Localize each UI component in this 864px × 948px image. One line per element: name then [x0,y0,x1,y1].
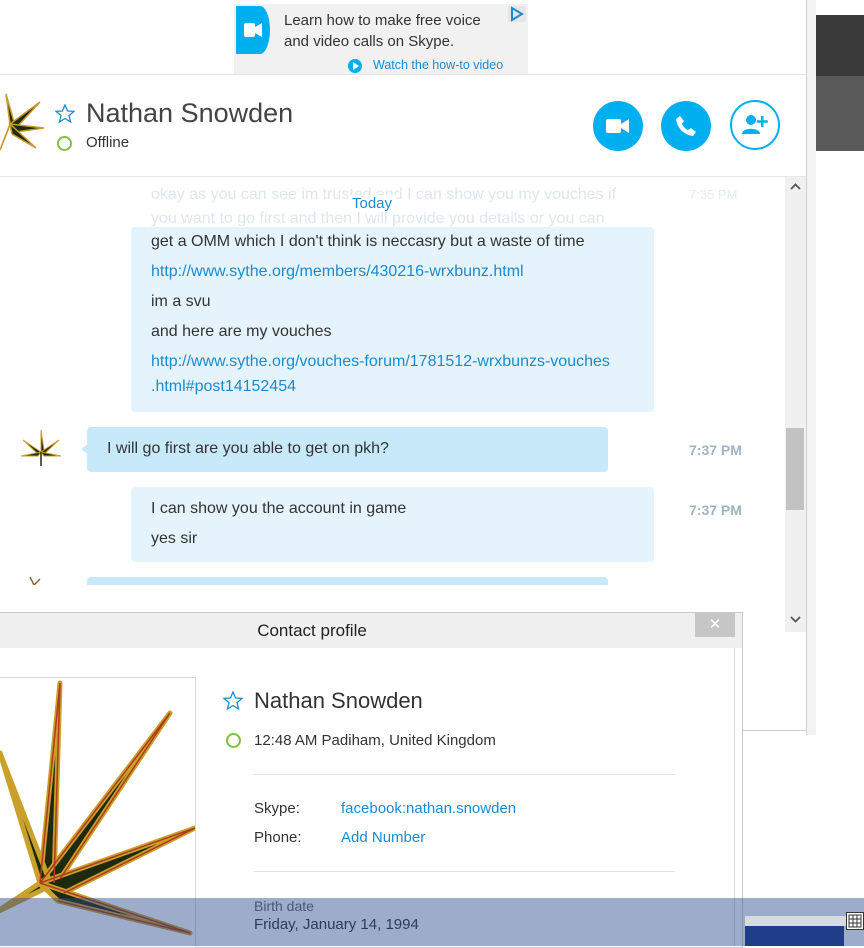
chevron-down-icon[interactable] [785,609,806,629]
profile-name: Nathan Snowden [254,688,423,713]
close-button[interactable]: ✕ [695,613,735,637]
video-camera-icon [606,119,629,133]
taskbar-button[interactable] [745,926,844,946]
play-icon[interactable] [348,59,362,73]
conversation-history[interactable]: okay as you can see im trusted and I can… [0,177,785,585]
message-link[interactable]: http://www.sythe.org/vouches-forum/17815… [151,353,610,371]
contact-avatar-small [29,576,41,585]
divider [254,871,675,872]
scrollbar-thumb[interactable] [786,428,804,510]
contact-avatar-small[interactable] [18,425,64,473]
message-bubble-outgoing: get a OMM which I don't think is neccasr… [131,227,654,412]
profile-local-time: 12:48 AM Padiham, United Kingdom [254,732,496,749]
video-call-button[interactable] [593,101,643,151]
contact-name: Nathan Snowden [86,98,294,128]
message-bubble-outgoing: I can show you the account in game yes s… [131,487,654,562]
ad-watch-link[interactable]: Watch the how-to video [373,58,503,72]
skype-name-link[interactable]: facebook:nathan.snowden [341,800,516,817]
add-people-button[interactable] [730,100,780,150]
ad-text-line1: Learn how to make free voice [284,12,481,29]
divider [254,774,675,775]
ad-text-line2: and video calls on Skype. [284,33,455,50]
message-link-continued[interactable]: .html#post14152454 [151,378,296,396]
skype-label: Skype: [254,800,300,817]
message-text: I will go first are you able to get on p… [107,440,389,457]
background-window-gray [815,76,864,151]
message-bubble-incoming [87,577,608,585]
dialog-title: Contact profile [257,621,367,640]
star-icon[interactable] [223,691,243,711]
message-bubble-incoming: I will go first are you able to get on p… [87,427,608,472]
chevron-up-icon[interactable] [785,177,806,197]
message-time: 7:37 PM [689,502,742,518]
phone-icon [676,116,696,136]
taskbar [0,898,864,946]
phone-label: Phone: [254,829,302,846]
close-icon: ✕ [708,616,722,633]
message-time: 7:37 PM [689,442,742,458]
window-edge [806,0,816,735]
message-text: I can show you the account in game [151,500,407,517]
add-number-link[interactable]: Add Number [341,829,425,846]
adchoices-icon[interactable] [508,6,526,22]
divider [0,74,806,75]
message-text: im a svu [151,293,211,310]
message-text: get a OMM which I don't think is neccasr… [151,233,585,250]
message-link[interactable]: http://www.sythe.org/members/430216-wrxb… [151,263,524,281]
background-window-dark [815,15,864,76]
message-text: yes sir [151,530,198,547]
status-indicator-icon [226,733,241,748]
add-contact-icon [742,115,768,134]
audio-call-button[interactable] [661,101,711,151]
star-icon[interactable] [55,104,75,124]
contact-status: Offline [86,134,130,151]
keyboard-icon[interactable] [846,912,864,930]
contact-avatar[interactable] [0,86,46,162]
status-indicator-icon [57,136,72,151]
date-separator: Today [348,195,397,212]
faded-message-time: 7:35 PM [689,187,738,202]
chat-scrollbar[interactable] [785,177,806,632]
skype-video-ad-icon [236,6,270,54]
message-text: and here are my vouches [151,323,332,340]
